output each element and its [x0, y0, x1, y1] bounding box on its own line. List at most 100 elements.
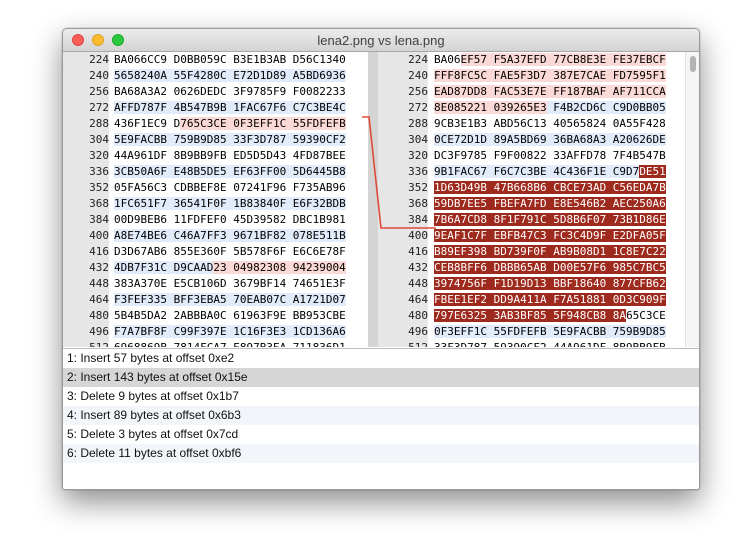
hex-segment: D3D67AB6 855E360F 5B578F6F E6C6E78F — [114, 245, 346, 258]
change-list-item[interactable]: 3: Delete 9 bytes at offset 0x1b7 — [63, 387, 699, 406]
right-hex-row: 512 33F3D787 59390CF2 44A961DF 8B9BB9FB — [378, 340, 684, 347]
hex-segment: 383A370E E5CB106D 3679BF14 74651E3F — [114, 277, 346, 290]
left-hex-row: 400 A8E74BE6 C46A7FF3 9671BF82 078E511B — [63, 228, 368, 244]
right-hex-row: 480 797E6325 3AB3BF85 5F948CB8 8A65C3CE — [378, 308, 684, 324]
hex-bytes: 0F3EFF1C 55FDFEFB 5E9FACBB 759B9D85 — [434, 324, 666, 340]
right-hex-row: 336 9B1FAC67 F6C7C3BE 4C436F1E C9D7DE51 — [378, 164, 684, 180]
line-offset: 384 — [378, 212, 428, 228]
line-offset: 368 — [63, 196, 109, 212]
title-bar[interactable]: lena2.png vs lena.png — [63, 29, 699, 52]
left-hex-row: 320 44A961DF 8B9BB9FB ED5D5D43 4FD87BEE — [63, 148, 368, 164]
change-list-item[interactable]: 4: Insert 89 bytes at offset 0x6b3 — [63, 406, 699, 425]
line-offset: 496 — [378, 324, 428, 340]
left-hex-row: 368 1FC651F7 36541F0F 1B83840F E6F32BDB — [63, 196, 368, 212]
left-hex-row: 336 3CB50A6F E48B5DE5 EF63FF00 5D6445B8 — [63, 164, 368, 180]
hex-segment: 0F3EFF1C 55FDFEFB 5E9FACBB 759B9D85 — [434, 325, 666, 338]
hex-segment: 797E6325 3AB3BF85 5F948CB8 8A — [434, 309, 627, 322]
change-list-item[interactable]: 5: Delete 3 bytes at offset 0x7cd — [63, 425, 699, 444]
right-hex-row: 368 59DB7EE5 FBEFA7FD E8E546B2 AEC250A6 — [378, 196, 684, 212]
line-offset: 240 — [63, 68, 109, 84]
right-hex-row: 224 BA06EF57 F5A37EFD 77CB8E3E FE37EBCF — [378, 52, 684, 68]
left-hex-row: 288 436F1EC9 D765C3CE 0F3EFF1C 55FDFEFB — [63, 116, 368, 132]
line-offset: 448 — [378, 276, 428, 292]
line-offset: 352 — [63, 180, 109, 196]
hex-bytes: 59DB7EE5 FBEFA7FD E8E546B2 AEC250A6 — [434, 196, 666, 212]
left-hex-row: 512 6968869B 7814FCA7 E897B3EA 711836D1 — [63, 340, 368, 347]
hex-bytes: D3D67AB6 855E360F 5B578F6F E6C6E78F — [114, 244, 346, 260]
line-offset: 272 — [378, 100, 428, 116]
line-offset: 368 — [378, 196, 428, 212]
change-list-item[interactable]: 1: Insert 57 bytes at offset 0xe2 — [63, 349, 699, 368]
left-hex-row: 256 BA68A3A2 0626DEDC 3F9785F9 F0082233 — [63, 84, 368, 100]
line-offset: 400 — [63, 228, 109, 244]
right-hex-row: 240 FFF8FC5C FAE5F3D7 387E7CAE FD7595F1 — [378, 68, 684, 84]
hex-bytes: 0CE72D1D 89A5BD69 36BA68A3 A20626DE — [434, 132, 666, 148]
hex-bytes: 9B1FAC67 F6C7C3BE 4C436F1E C9D7DE51 — [434, 164, 666, 180]
hex-bytes: EAD87DD8 FAC53E7E FF187BAF AF711CCA — [434, 84, 666, 100]
line-offset: 240 — [378, 68, 428, 84]
change-list-item[interactable]: 2: Insert 143 bytes at offset 0x15e — [63, 368, 699, 387]
line-offset: 416 — [378, 244, 428, 260]
line-offset: 304 — [378, 132, 428, 148]
line-offset: 464 — [63, 292, 109, 308]
line-offset: 320 — [378, 148, 428, 164]
hex-bytes: 05FA56C3 CDBBEF8E 07241F96 F735AB96 — [114, 180, 346, 196]
hex-segment: DC3F9785 F9F00822 33AFFD78 7F4B547B — [434, 149, 666, 162]
hex-segment: 00D9BEB6 11FDFEF0 45D39582 DBC1B981 — [114, 213, 346, 226]
hex-bytes: BA68A3A2 0626DEDC 3F9785F9 F0082233 — [114, 84, 346, 100]
line-offset: 224 — [378, 52, 428, 68]
hex-segment: BA066CC9 D0BB059C B3E1B3AB D56C1340 — [114, 53, 346, 66]
left-hex-row: 352 05FA56C3 CDBBEF8E 07241F96 F735AB96 — [63, 180, 368, 196]
right-hex-row: 256 EAD87DD8 FAC53E7E FF187BAF AF711CCA — [378, 84, 684, 100]
right-hex-pane[interactable]: 224 BA06EF57 F5A37EFD 77CB8E3E FE37EBCF 24… — [378, 52, 684, 347]
hex-segment: 3CB50A6F E48B5DE5 EF63FF00 5D6445B8 — [114, 165, 346, 178]
hex-segment: 59DB7EE5 FBEFA7FD E8E546B2 AEC250A6 — [434, 197, 666, 210]
hex-segment: AFFD787F 4B547B9B 1FAC67F6 C7C3BE4C — [114, 101, 346, 114]
line-offset: 256 — [63, 84, 109, 100]
change-list-item[interactable]: 6: Delete 11 bytes at offset 0xbf6 — [63, 444, 699, 463]
pane-divider[interactable] — [368, 52, 378, 347]
hex-segment: FFF8FC5C FAE5F3D7 387E7CAE FD7595F1 — [434, 69, 666, 82]
line-offset: 272 — [63, 100, 109, 116]
left-hex-row: 496 F7A7BF8F C99F397E 1C16F3E3 1CD136A6 — [63, 324, 368, 340]
right-hex-row: 464 FBEE1EF2 DD9A411A F7A51881 0D3C909F — [378, 292, 684, 308]
right-hex-row: 352 1D63D49B 47B668B6 CBCE73AD C56EDA7B — [378, 180, 684, 196]
right-hex-row: 416 B89EF398 BD739F0F AB9B08D1 1C8E7C22 — [378, 244, 684, 260]
left-hex-row: 304 5E9FACBB 759B9D85 33F3D787 59390CF2 — [63, 132, 368, 148]
hex-bytes: F7A7BF8F C99F397E 1C16F3E3 1CD136A6 — [114, 324, 346, 340]
right-hex-row: 432 CEB8BFF6 DBBB65AB D00E57F6 985C7BC5 — [378, 260, 684, 276]
hex-segment: FBEE1EF2 DD9A411A F7A51881 0D3C909F — [434, 293, 666, 306]
hex-bytes: F3FEF335 BFF3EBA5 70EAB07C A1721D07 — [114, 292, 346, 308]
diff-window: lena2.png vs lena.png 224 BA066CC9 D0BB05… — [62, 28, 700, 490]
line-offset: 224 — [63, 52, 109, 68]
hex-bytes: 9EAF1C7F EBFB47C3 FC3C4D9F E2DFA05F — [434, 228, 666, 244]
right-hex-row: 384 7B6A7CD8 8F1F791C 5D8B6F07 73B1D86E — [378, 212, 684, 228]
left-hex-row: 272 AFFD787F 4B547B9B 1FAC67F6 C7C3BE4C — [63, 100, 368, 116]
hex-segment: 9EAF1C7F EBFB47C3 FC3C4D9F E2DFA05F — [434, 229, 666, 242]
change-list[interactable]: 1: Insert 57 bytes at offset 0xe2 2: Inse… — [63, 348, 699, 489]
hex-bytes: 383A370E E5CB106D 3679BF14 74651E3F — [114, 276, 346, 292]
hex-segment: 33F3D787 59390CF2 44A961DF 8B9BB9FB — [434, 341, 666, 347]
hex-bytes: 5658240A 55F4280C E72D1D89 A5BD6936 — [114, 68, 346, 84]
line-offset: 416 — [63, 244, 109, 260]
hex-segment: A8E74BE6 C46A7FF3 9671BF82 078E511B — [114, 229, 346, 242]
hex-segment: 5E9FACBB 759B9D85 33F3D787 59390CF2 — [114, 133, 346, 146]
left-hex-row: 480 5B4B5DA2 2ABBBA0C 61963F9E BB953CBE — [63, 308, 368, 324]
right-hex-row: 400 9EAF1C7F EBFB47C3 FC3C4D9F E2DFA05F — [378, 228, 684, 244]
hex-bytes: BA066CC9 D0BB059C B3E1B3AB D56C1340 — [114, 52, 346, 68]
vertical-scrollbar[interactable] — [685, 52, 699, 347]
hex-segment: BA06 — [434, 53, 461, 66]
hex-bytes: BA06EF57 F5A37EFD 77CB8E3E FE37EBCF — [434, 52, 666, 68]
hex-segment: 3974756F F1D19D13 BBF18640 877CFB62 — [434, 277, 666, 290]
left-hex-pane[interactable]: 224 BA066CC9 D0BB059C B3E1B3AB D56C1340 24… — [63, 52, 368, 347]
hex-bytes: 8E085221 039265E3 F4B2CD6C C9D0BB05 — [434, 100, 666, 116]
hex-bytes: 797E6325 3AB3BF85 5F948CB8 8A65C3CE — [434, 308, 666, 324]
hex-segment: 765C3CE 0F3EFF1C 55FDFEFB — [180, 117, 346, 130]
line-offset: 496 — [63, 324, 109, 340]
hex-bytes: 1D63D49B 47B668B6 CBCE73AD C56EDA7B — [434, 180, 666, 196]
hex-segment: 44A961DF 8B9BB9FB ED5D5D43 4FD87BEE — [114, 149, 346, 162]
hex-segment: EF57 F5A37EFD 77CB8E3E FE37EBCF — [460, 53, 666, 66]
hex-segment: 5658240A 55F4280C E72D1D89 A5BD6936 — [114, 69, 346, 82]
scrollbar-thumb[interactable] — [690, 56, 696, 72]
line-offset: 336 — [63, 164, 109, 180]
